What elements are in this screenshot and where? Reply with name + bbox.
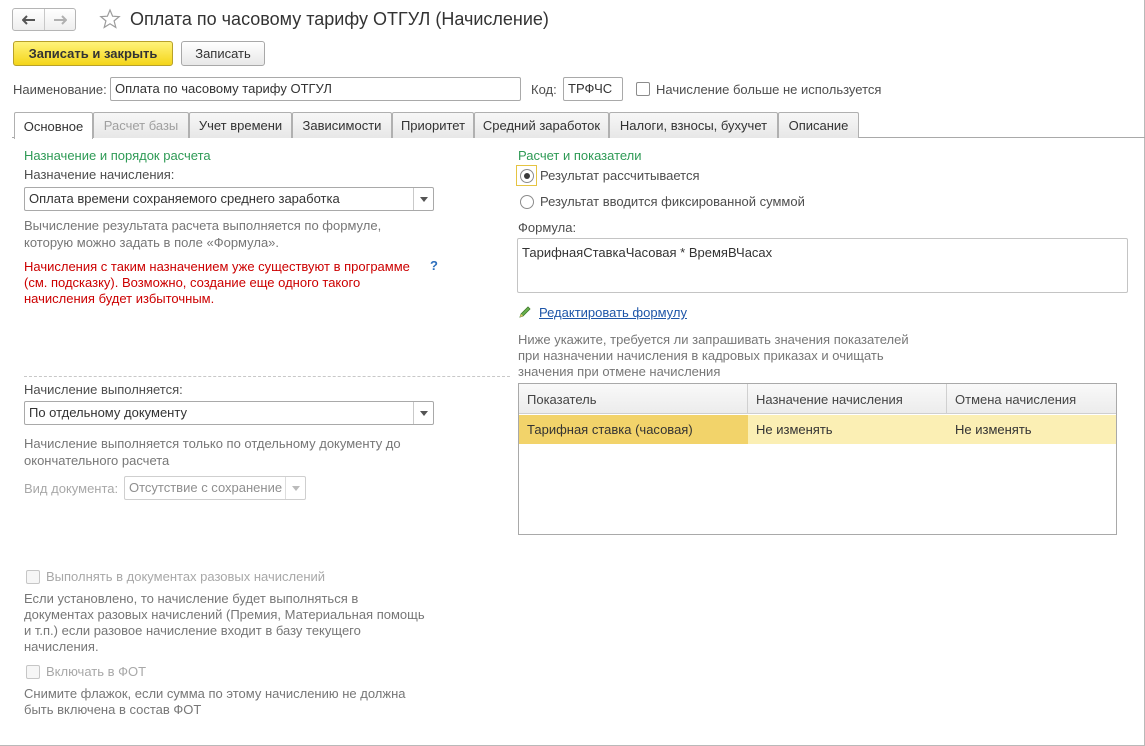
purpose-hint-line-1: Вычисление результата расчета выполняетс… xyxy=(24,218,382,233)
column-header-assignment[interactable]: Назначение начисления xyxy=(748,384,947,414)
table-row[interactable]: Тарифная ставка (часовая) Не изменять Не… xyxy=(519,415,1116,444)
chevron-down-icon[interactable] xyxy=(413,188,433,210)
formula-textarea[interactable]: ТарифнаяСтавкаЧасовая * ВремяВЧасах xyxy=(517,238,1128,293)
table-cell-cancel[interactable]: Не изменять xyxy=(947,415,1116,444)
favorite-button[interactable] xyxy=(99,8,121,30)
purpose-section-title: Назначение и порядок расчета xyxy=(24,148,211,163)
not-used-checkbox[interactable] xyxy=(636,82,650,96)
code-input[interactable]: ТРФЧС xyxy=(563,77,623,101)
table-header: Показатель Назначение начисления Отмена … xyxy=(519,384,1116,414)
indicators-hint-line-2: при назначении начисления в кадровых при… xyxy=(518,348,884,363)
onetime-hint-line-4: начисления. xyxy=(24,639,99,654)
fot-label: Включать в ФОТ xyxy=(46,664,147,679)
back-button[interactable] xyxy=(13,9,44,30)
onetime-hint-line-2: документах разовых начислений (Премия, М… xyxy=(24,607,425,622)
purpose-select-value: Оплата времени сохраняемого среднего зар… xyxy=(29,191,340,206)
table-cell-assignment[interactable]: Не изменять xyxy=(748,415,947,444)
indicators-hint-line-3: значения при отмене начисления xyxy=(518,364,721,379)
star-icon xyxy=(99,8,121,29)
tab-taxes[interactable]: Налоги, взносы, бухучет xyxy=(609,112,778,138)
warning-line-1: Начисления с таким назначением уже сущес… xyxy=(24,259,410,274)
tab-average-earnings[interactable]: Средний заработок xyxy=(474,112,609,138)
code-label: Код: xyxy=(531,82,557,97)
window-title: Оплата по часовому тарифу ОТГУЛ (Начисле… xyxy=(130,9,549,29)
performed-hint-line-1: Начисление выполняется только по отдельн… xyxy=(24,436,401,451)
name-label: Наименование: xyxy=(13,82,107,97)
save-and-close-button[interactable]: Записать и закрыть xyxy=(13,41,173,66)
radio-calculated-label: Результат рассчитывается xyxy=(540,168,700,183)
performed-select-value: По отдельному документу xyxy=(29,405,187,420)
radio-fixed-sum-label: Результат вводится фиксированной суммой xyxy=(540,194,805,209)
warning-line-3: начисления будет избыточным. xyxy=(24,291,215,306)
doc-type-select[interactable]: Отсутствие с сохранение xyxy=(124,476,306,500)
chevron-down-icon xyxy=(285,477,305,499)
tab-description[interactable]: Описание xyxy=(778,112,859,138)
onetime-checkbox[interactable] xyxy=(26,570,40,584)
warning-line-2: (см. подсказку). Возможно, создание еще … xyxy=(24,275,361,290)
performed-hint-line-2: окончательного расчета xyxy=(24,453,170,468)
column-header-indicator[interactable]: Показатель xyxy=(519,384,748,414)
name-input[interactable]: Оплата по часовому тарифу ОТГУЛ xyxy=(110,77,521,101)
radio-fixed-sum[interactable] xyxy=(520,195,534,209)
arrow-left-icon xyxy=(21,14,35,25)
radio-calculated[interactable] xyxy=(520,169,534,183)
edit-formula-link[interactable]: Редактировать формулу xyxy=(539,305,687,320)
purpose-select[interactable]: Оплата времени сохраняемого среднего зар… xyxy=(24,187,434,211)
tab-time-accounting[interactable]: Учет времени xyxy=(189,112,292,138)
fot-checkbox[interactable] xyxy=(26,665,40,679)
indicators-table[interactable]: Показатель Назначение начисления Отмена … xyxy=(518,383,1117,535)
navigation-buttons xyxy=(12,8,76,31)
arrow-right-icon xyxy=(54,14,67,25)
fot-hint-line-2: быть включена в состав ФОТ xyxy=(24,702,202,717)
fot-hint-line-1: Снимите флажок, если сумма по этому начи… xyxy=(24,686,406,701)
not-used-label: Начисление больше не используется xyxy=(656,82,882,97)
section-divider xyxy=(24,376,510,377)
performed-select[interactable]: По отдельному документу xyxy=(24,401,434,425)
tab-priority[interactable]: Приоритет xyxy=(392,112,474,138)
forward-button[interactable] xyxy=(44,9,75,30)
performed-label: Начисление выполняется: xyxy=(24,382,183,397)
column-header-cancel[interactable]: Отмена начисления xyxy=(947,384,1116,414)
chevron-down-icon[interactable] xyxy=(413,402,433,424)
tab-main[interactable]: Основное xyxy=(14,112,93,139)
save-button[interactable]: Записать xyxy=(181,41,265,66)
onetime-hint-line-1: Если установлено, то начисление будет вы… xyxy=(24,591,359,606)
calculation-section-title: Расчет и показатели xyxy=(518,148,642,163)
doc-type-label: Вид документа: xyxy=(24,481,119,496)
tab-dependencies[interactable]: Зависимости xyxy=(292,112,392,138)
purpose-hint-line-2: которую можно задать в поле «Формула». xyxy=(24,235,280,250)
tab-base-calculation[interactable]: Расчет базы xyxy=(93,112,189,138)
onetime-label: Выполнять в документах разовых начислени… xyxy=(46,569,326,584)
table-cell-indicator[interactable]: Тарифная ставка (часовая) xyxy=(519,415,748,444)
doc-type-select-value: Отсутствие с сохранение xyxy=(129,480,283,495)
pencil-icon xyxy=(518,305,532,322)
indicators-hint-line-1: Ниже укажите, требуется ли запрашивать з… xyxy=(518,332,909,347)
onetime-hint-line-3: и т.п.) если разовое начисление входит в… xyxy=(24,623,361,638)
help-question-icon[interactable]: ? xyxy=(430,258,438,273)
formula-label: Формула: xyxy=(518,220,577,235)
purpose-label: Назначение начисления: xyxy=(24,167,175,182)
